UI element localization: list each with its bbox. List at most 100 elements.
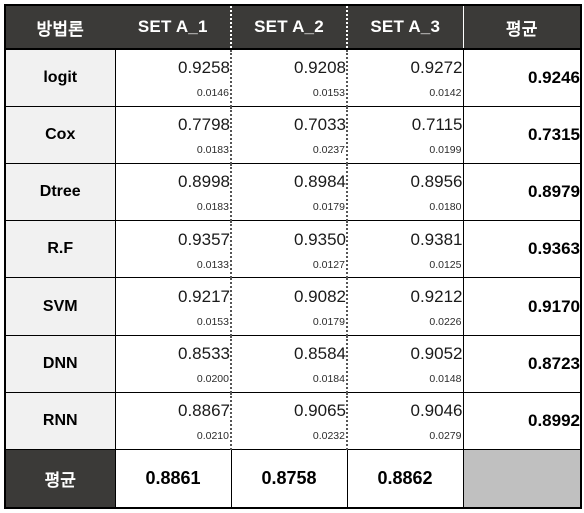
- table-body: logit 0.9258 0.0146 0.9208 0.0153 0.9272…: [4, 49, 582, 510]
- cell-sub-value: 0.0226: [429, 315, 462, 328]
- cell-main-value: 0.9208: [294, 58, 346, 78]
- cell-sub-value: 0.0148: [429, 373, 462, 386]
- cell-rnn-set-a3: 0.9046 0.0279: [347, 392, 464, 451]
- cell-dtree-set-a3: 0.8956 0.0180: [347, 163, 464, 222]
- row-label-rnn: RNN: [4, 392, 116, 451]
- table-row: SVM 0.9217 0.0153 0.9082 0.0179 0.9212 0…: [4, 277, 582, 336]
- cell-main-value: 0.8984: [294, 172, 346, 192]
- row-label-rf: R.F: [4, 220, 116, 279]
- cell-main-value: 0.8867: [178, 401, 230, 421]
- column-header-method: 방법론: [4, 4, 116, 50]
- table-row: Cox 0.7798 0.0183 0.7033 0.0237 0.7115 0…: [4, 106, 582, 164]
- cell-dtree-set-a2: 0.8984 0.0179: [231, 163, 348, 222]
- cell-sub-value: 0.0199: [429, 144, 462, 157]
- cell-main-value: 0.9350: [294, 229, 346, 249]
- table-row: DNN 0.8533 0.0200 0.8584 0.0184 0.9052 0…: [4, 335, 582, 393]
- cell-rf-set-a1: 0.9357 0.0133: [115, 220, 232, 279]
- cell-main-value: 0.9082: [294, 286, 346, 306]
- header-row: 방법론 SET A_1 SET A_2 SET A_3 평균: [4, 4, 582, 50]
- cell-main-value: 0.9381: [410, 229, 463, 249]
- cell-sub-value: 0.0153: [312, 87, 345, 100]
- cell-dnn-set-a3: 0.9052 0.0148: [347, 335, 464, 393]
- cell-sub-value: 0.0146: [196, 87, 229, 100]
- cell-sub-value: 0.0125: [429, 258, 462, 271]
- table-header: 방법론 SET A_1 SET A_2 SET A_3 평균: [4, 4, 582, 50]
- footer-value-set-a3: 0.8862: [347, 449, 464, 510]
- table-footer-row: 평균 0.8861 0.8758 0.8862: [4, 449, 582, 510]
- column-header-set-a2: SET A_2: [231, 4, 348, 50]
- column-header-set-a3: SET A_3: [347, 4, 464, 50]
- cell-dnn-mean: 0.8723: [463, 335, 582, 393]
- cell-main-value: 0.9052: [410, 344, 463, 364]
- cell-main-value: 0.9258: [178, 58, 230, 78]
- column-header-set-a1: SET A_1: [115, 4, 232, 50]
- cell-dnn-set-a2: 0.8584 0.0184: [231, 335, 348, 393]
- table-row: logit 0.9258 0.0146 0.9208 0.0153 0.9272…: [4, 49, 582, 107]
- cell-main-value: 0.7115: [411, 115, 463, 135]
- cell-main-value: 0.9065: [294, 401, 346, 421]
- cell-sub-value: 0.0183: [196, 201, 229, 214]
- cell-cox-mean: 0.7315: [463, 106, 582, 164]
- cell-svm-set-a1: 0.9217 0.0153: [115, 277, 232, 336]
- cell-sub-value: 0.0127: [312, 258, 345, 271]
- cell-sub-value: 0.0232: [312, 430, 345, 443]
- cell-sub-value: 0.0210: [196, 430, 229, 443]
- cell-main-value: 0.8533: [178, 344, 230, 364]
- cell-dtree-set-a1: 0.8998 0.0183: [115, 163, 232, 222]
- row-label-cox: Cox: [4, 106, 116, 164]
- cell-dtree-mean: 0.8979: [463, 163, 582, 222]
- cell-rnn-set-a2: 0.9065 0.0232: [231, 392, 348, 451]
- cell-main-value: 0.7798: [178, 115, 230, 135]
- cell-main-value: 0.9212: [410, 286, 463, 306]
- cell-rnn-mean: 0.8992: [463, 392, 582, 451]
- cell-rnn-set-a1: 0.8867 0.0210: [115, 392, 232, 451]
- results-table-container: 방법론 SET A_1 SET A_2 SET A_3 평균 logit 0.9…: [4, 4, 582, 510]
- cell-logit-set-a3: 0.9272 0.0142: [347, 49, 464, 107]
- cell-logit-mean: 0.9246: [463, 49, 582, 107]
- cell-cox-set-a1: 0.7798 0.0183: [115, 106, 232, 164]
- cell-rf-set-a3: 0.9381 0.0125: [347, 220, 464, 279]
- footer-label-mean: 평균: [4, 449, 116, 510]
- cell-main-value: 0.7033: [294, 115, 346, 135]
- cell-svm-set-a3: 0.9212 0.0226: [347, 277, 464, 336]
- cell-main-value: 0.8584: [294, 344, 346, 364]
- cell-main-value: 0.9357: [178, 229, 230, 249]
- cell-sub-value: 0.0133: [196, 258, 229, 271]
- footer-value-set-a2: 0.8758: [231, 449, 348, 510]
- cell-sub-value: 0.0153: [196, 315, 229, 328]
- column-header-mean: 평균: [463, 4, 582, 50]
- row-label-svm: SVM: [4, 277, 116, 336]
- cell-main-value: 0.8998: [178, 172, 230, 192]
- cell-rf-set-a2: 0.9350 0.0127: [231, 220, 348, 279]
- cell-main-value: 0.8956: [410, 172, 463, 192]
- cell-sub-value: 0.0279: [429, 430, 462, 443]
- cell-svm-set-a2: 0.9082 0.0179: [231, 277, 348, 336]
- table-row: Dtree 0.8998 0.0183 0.8984 0.0179 0.8956…: [4, 163, 582, 222]
- row-label-dnn: DNN: [4, 335, 116, 393]
- table-row: RNN 0.8867 0.0210 0.9065 0.0232 0.9046 0…: [4, 392, 582, 451]
- row-label-dtree: Dtree: [4, 163, 116, 222]
- cell-rf-mean: 0.9363: [463, 220, 582, 279]
- cell-sub-value: 0.0237: [312, 144, 345, 157]
- cell-svm-mean: 0.9170: [463, 277, 582, 336]
- cell-logit-set-a1: 0.9258 0.0146: [115, 49, 232, 107]
- cell-main-value: 0.9046: [410, 401, 463, 421]
- cell-dnn-set-a1: 0.8533 0.0200: [115, 335, 232, 393]
- cell-sub-value: 0.0184: [312, 373, 345, 386]
- cell-sub-value: 0.0142: [429, 87, 462, 100]
- footer-empty-cell: [463, 449, 582, 510]
- cell-sub-value: 0.0180: [429, 201, 462, 214]
- cell-logit-set-a2: 0.9208 0.0153: [231, 49, 348, 107]
- cell-sub-value: 0.0200: [196, 373, 229, 386]
- cell-cox-set-a3: 0.7115 0.0199: [347, 106, 464, 164]
- row-label-logit: logit: [4, 49, 116, 107]
- cell-sub-value: 0.0179: [312, 315, 345, 328]
- results-table: 방법론 SET A_1 SET A_2 SET A_3 평균 logit 0.9…: [4, 4, 582, 510]
- cell-cox-set-a2: 0.7033 0.0237: [231, 106, 348, 164]
- cell-sub-value: 0.0179: [312, 201, 345, 214]
- footer-value-set-a1: 0.8861: [115, 449, 232, 510]
- cell-sub-value: 0.0183: [196, 144, 229, 157]
- table-row: R.F 0.9357 0.0133 0.9350 0.0127 0.9381 0…: [4, 220, 582, 279]
- cell-main-value: 0.9217: [178, 286, 230, 306]
- cell-main-value: 0.9272: [410, 58, 463, 78]
